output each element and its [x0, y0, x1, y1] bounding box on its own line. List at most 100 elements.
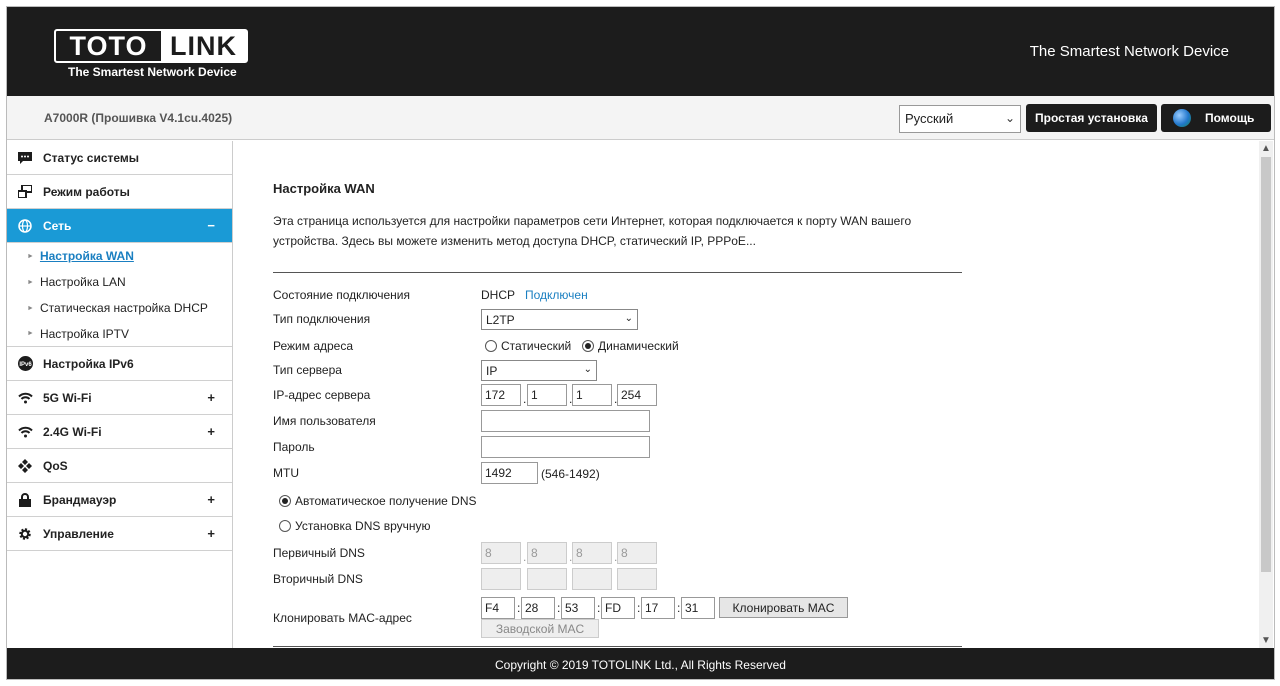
chevron-down-icon: ⌄	[624, 313, 633, 324]
sidebar-subitem-static-dhcp[interactable]: ► Статическая настройка DHCP	[7, 295, 232, 321]
sidebar-subitem-iptv[interactable]: ► Настройка IPTV	[7, 321, 232, 347]
sidebar-item-qos[interactable]: QoS	[7, 449, 232, 483]
scrollbar-thumb[interactable]	[1261, 157, 1271, 572]
ip-dot: .	[523, 392, 527, 406]
help-button[interactable]: Помощь	[1161, 104, 1271, 132]
sidebar-subitem-wan[interactable]: ► Настройка WAN	[7, 243, 232, 269]
easy-setup-button[interactable]: Простая установка	[1026, 104, 1157, 132]
bullet-icon: ►	[27, 304, 34, 312]
server-type-label: Тип сервера	[273, 363, 342, 377]
mac-colon: :	[677, 601, 681, 615]
username-input[interactable]	[481, 410, 650, 432]
sidebar-item-system-status[interactable]: Статус системы	[7, 141, 232, 175]
logo-text-link: LINK	[161, 31, 246, 61]
expand-icon[interactable]: +	[207, 492, 215, 507]
lock-icon	[17, 492, 33, 508]
radio-checked-icon[interactable]	[582, 340, 594, 352]
expand-icon[interactable]: +	[207, 390, 215, 405]
sidebar-subitem-lan[interactable]: ► Настройка LAN	[7, 269, 232, 295]
mac-colon: :	[597, 601, 601, 615]
sidebar-item-label: Статус системы	[43, 150, 140, 165]
sidebar-item-24g-wifi[interactable]: 2.4G Wi-Fi +	[7, 415, 232, 449]
sidebar-item-management[interactable]: Управление +	[7, 517, 232, 551]
model-firmware: A7000R (Прошивка V4.1cu.4025)	[44, 111, 233, 125]
sidebar-item-label: Сеть	[43, 218, 72, 233]
password-input[interactable]	[481, 436, 650, 458]
conn-type-value: L2TP	[486, 313, 515, 327]
subitem-label: Настройка IPTV	[39, 326, 130, 341]
radio-checked-icon[interactable]	[279, 495, 291, 507]
server-ip-octet-3[interactable]: 1	[572, 384, 612, 406]
copyright-text: Copyright © 2019 TOTOLINK Ltd., All Righ…	[495, 657, 786, 672]
subitem-label: Статическая настройка DHCP	[39, 301, 208, 315]
dns2-octet-2[interactable]	[527, 568, 567, 590]
dns2-octet-3[interactable]	[572, 568, 612, 590]
conn-type-label: Тип подключения	[273, 312, 371, 326]
dns1-label: Первичный DNS	[273, 546, 365, 560]
totolink-logo[interactable]: TOTO LINK	[54, 29, 248, 63]
dns2-octet-4[interactable]	[617, 568, 657, 590]
header: TOTO LINK The Smartest Network Device Th…	[7, 7, 1274, 96]
radio-icon[interactable]	[279, 520, 291, 532]
mode-icon	[17, 184, 33, 200]
sidebar-item-ipv6[interactable]: IPv6 Настройка IPv6	[7, 347, 232, 381]
server-ip-octet-4[interactable]: 254	[617, 384, 657, 406]
mac-octet-2[interactable]: 28	[521, 597, 555, 619]
dns-auto-label: Автоматическое получение DNS	[295, 494, 477, 508]
mac-colon: :	[517, 601, 521, 615]
sidebar-item-label: QoS	[43, 458, 68, 473]
mac-colon: :	[557, 601, 561, 615]
server-type-select[interactable]: IP ⌄	[481, 360, 597, 381]
dns1-octet-2[interactable]: 8	[527, 542, 567, 564]
svg-text:IPv6: IPv6	[19, 362, 32, 368]
expand-icon[interactable]: +	[207, 526, 215, 541]
chevron-down-icon: ⌄	[1004, 111, 1015, 125]
server-ip-octet-2[interactable]: 1	[527, 384, 567, 406]
sidebar-item-operation-mode[interactable]: Режим работы	[7, 175, 232, 209]
sidebar-item-label: 5G Wi-Fi	[43, 390, 92, 405]
mtu-label: MTU	[273, 466, 299, 480]
addr-static-label: Статический	[501, 339, 572, 353]
dns1-octet-3[interactable]: 8	[572, 542, 612, 564]
dns1-octet-1[interactable]: 8	[481, 542, 521, 564]
help-globe-icon	[1173, 109, 1191, 127]
mac-octet-3[interactable]: 53	[561, 597, 595, 619]
mac-octet-1[interactable]: F4	[481, 597, 515, 619]
status-label: Состояние подключения	[273, 288, 410, 302]
chat-icon	[17, 150, 33, 166]
dns-auto-option[interactable]: Автоматическое получение DNS	[279, 494, 477, 508]
addr-mode-dynamic[interactable]: Динамический	[582, 339, 679, 353]
router-admin-page: TOTO LINK The Smartest Network Device Th…	[6, 6, 1275, 680]
mac-octet-5[interactable]: 17	[641, 597, 675, 619]
factory-mac-button[interactable]: Заводской MAC	[481, 619, 599, 638]
header-tagline: The Smartest Network Device	[1029, 43, 1229, 60]
qos-icon	[17, 458, 33, 474]
dns-manual-option[interactable]: Установка DNS вручную	[279, 519, 431, 533]
radio-icon[interactable]	[485, 340, 497, 352]
clone-mac-button[interactable]: Клонировать MAC	[719, 597, 848, 618]
dns-manual-label: Установка DNS вручную	[295, 519, 431, 533]
addr-mode-static[interactable]: Статический	[485, 339, 571, 353]
scroll-down-icon[interactable]: ▼	[1261, 635, 1271, 646]
sidebar-item-5g-wifi[interactable]: 5G Wi-Fi +	[7, 381, 232, 415]
sidebar-item-network[interactable]: Сеть −	[7, 209, 232, 243]
language-select[interactable]: Русский ⌄	[899, 105, 1021, 133]
dns2-octet-1[interactable]	[481, 568, 521, 590]
server-ip-octet-1[interactable]: 172	[481, 384, 521, 406]
content-scrollbar[interactable]: ▲ ▼	[1259, 141, 1273, 648]
sidebar-item-label: 2.4G Wi-Fi	[43, 424, 102, 439]
top-bar: A7000R (Прошивка V4.1cu.4025) Русский ⌄ …	[7, 96, 1274, 140]
main-content: Настройка WAN Эта страница используется …	[234, 141, 1274, 648]
mtu-range: (546-1492)	[541, 467, 600, 481]
dns2-label: Вторичный DNS	[273, 572, 363, 586]
sidebar-item-firewall[interactable]: Брандмауэр +	[7, 483, 232, 517]
mtu-input[interactable]: 1492	[481, 462, 538, 484]
mac-octet-4[interactable]: FD	[601, 597, 635, 619]
mac-octet-6[interactable]: 31	[681, 597, 715, 619]
scroll-up-icon[interactable]: ▲	[1261, 143, 1271, 154]
collapse-icon[interactable]: −	[207, 218, 215, 233]
conn-type-select[interactable]: L2TP ⌄	[481, 309, 638, 330]
expand-icon[interactable]: +	[207, 424, 215, 439]
dns1-octet-4[interactable]: 8	[617, 542, 657, 564]
mac-label: Клонировать MAC-адрес	[273, 611, 412, 625]
